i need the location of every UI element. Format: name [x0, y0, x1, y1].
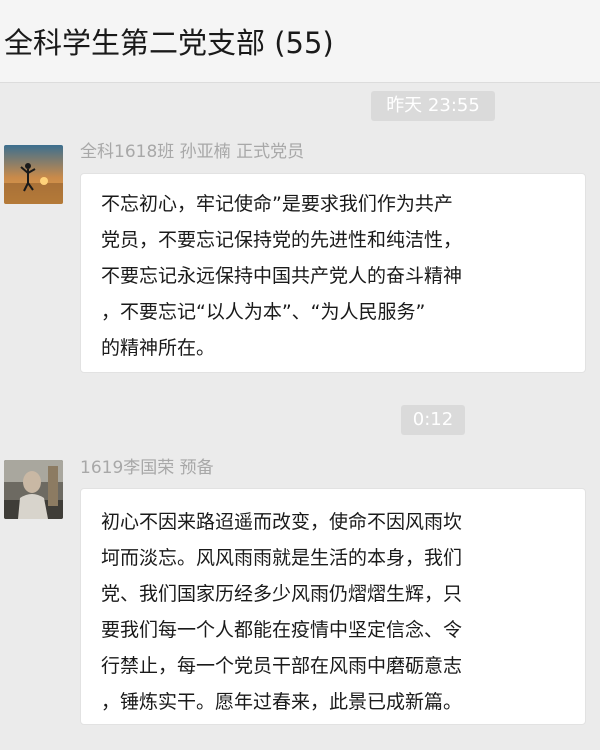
portrait-photo-icon — [4, 460, 63, 519]
message-text-line: 坷而淡忘。风风雨雨就是生活的本身，我们 — [101, 547, 463, 569]
sender-name: 1619李国荣 预备 — [80, 458, 214, 478]
message-text-line: 行禁止，每一个党员干部在风雨中磨砺意志 — [101, 655, 463, 677]
message-text-line: 不要忘记永远保持中国共产党人的奋斗精神 — [101, 265, 463, 287]
sunset-beach-photo-icon — [4, 145, 63, 204]
sender-name: 全科1618班 孙亚楠 正式党员 — [80, 142, 305, 162]
message-text-line: 党员，不要忘记保持党的先进性和纯洁性， — [101, 229, 463, 251]
message-text-line: 要我们每一个人都能在疫情中坚定信念、令 — [101, 619, 463, 641]
avatar[interactable] — [4, 145, 63, 204]
message-bubble[interactable]: 初心不因来路迢遥而改变，使命不因风雨坎 坷而淡忘。风风雨雨就是生活的本身，我们 … — [80, 488, 586, 725]
message-timestamp: 昨天 23:55 — [371, 91, 495, 121]
message-text-line: 不忘初心，牢记使命”是要求我们作为共产 — [101, 193, 453, 215]
chat-title: 全科学生第二党支部 (55) — [4, 26, 334, 60]
chat-message-list[interactable]: 昨天 23:55 全科1618班 孙亚楠 正式党员 不忘初心，牢记使命”是要求我… — [0, 83, 600, 750]
message-bubble[interactable]: 不忘初心，牢记使命”是要求我们作为共产 党员，不要忘记保持党的先进性和纯洁性， … — [80, 173, 586, 373]
avatar[interactable] — [4, 460, 63, 519]
message-text-line: 党、我们国家历经多少风雨仍熠熠生辉，只 — [101, 583, 463, 605]
message-text-line: ，不要忘记“以人为本”、“为人民服务” — [101, 301, 426, 323]
message-timestamp: 0:12 — [401, 405, 465, 435]
message-text-line: 的精神所在。 — [101, 337, 216, 359]
message-text-line: 初心不因来路迢遥而改变，使命不因风雨坎 — [101, 511, 463, 533]
chat-header: 全科学生第二党支部 (55) — [0, 0, 600, 83]
message-text-line: ，锤炼实干。愿年过春来，此景已成新篇。 — [101, 691, 463, 713]
